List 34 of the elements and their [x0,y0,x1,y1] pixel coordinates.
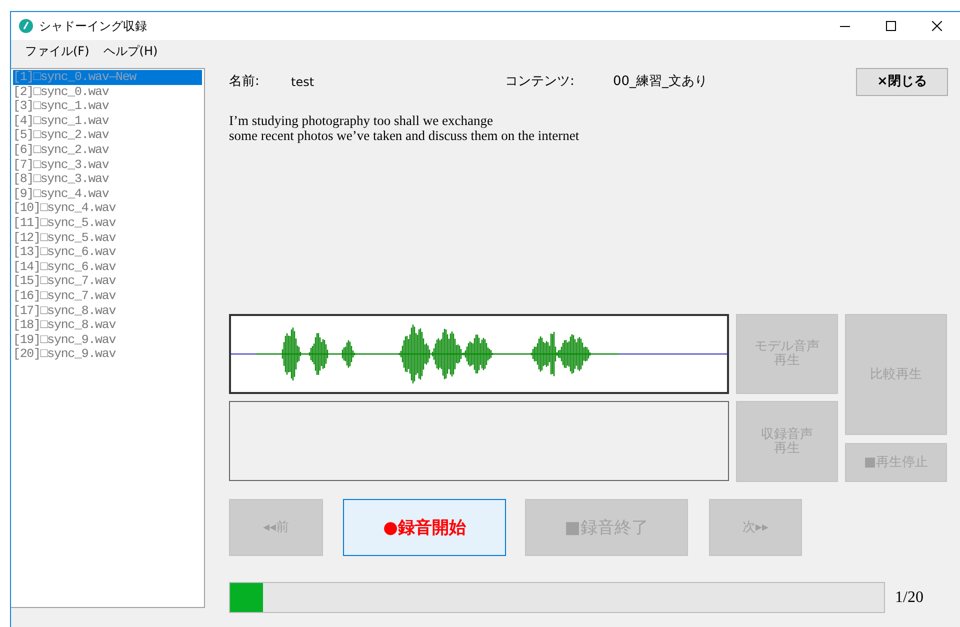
file-list-item[interactable]: [7]□sync_3.wav [13,158,202,172]
sentence-line: some recent photos we’ve taken and discuss them on the internet [229,128,580,143]
file-list-item[interactable]: [16]□sync_7.wav [13,288,202,304]
file-list-item[interactable]: [19]□sync_9.wav [13,332,202,348]
file-list-item[interactable]: [20]□sync_9.wav [13,347,202,362]
file-list-item[interactable]: [15]□sync_7.wav [13,274,202,289]
app-icon [19,19,33,33]
close-icon[interactable] [932,21,942,31]
window-title: シャドーイング収録 [39,18,147,35]
file-list-item[interactable]: [4]□sync_1.wav [13,114,202,128]
file-list-item[interactable]: [13]□sync_6.wav [13,245,202,260]
file-list-item[interactable]: [10]□sync_4.wav [13,201,202,216]
file-list-item[interactable]: [6]□sync_2.wav [13,142,202,158]
file-list-item[interactable]: [18]□sync_8.wav [13,318,202,333]
close-button[interactable]: ×閉じる [856,68,948,96]
file-list-item[interactable]: [11]□sync_5.wav [13,216,202,231]
menu-item[interactable]: ヘルプ(H) [103,42,158,60]
file-list-item[interactable]: [5]□sync_2.wav [13,128,202,143]
file-list-item[interactable]: [2]□sync_0.wav [13,84,202,100]
file-list-item[interactable]: [8]□sync_3.wav [13,172,202,187]
progress-count: 1/20 [895,588,924,608]
name-label: 名前: [229,73,260,92]
contents-label: コンテンツ: [505,73,576,92]
menu-item[interactable]: ファイル(F) [25,42,90,60]
maximize-icon[interactable] [886,21,896,31]
file-list-item[interactable]: [12]□sync_5.wav [13,230,202,246]
name-value: test [291,74,316,91]
file-list-item[interactable]: [9]□sync_4.wav [13,186,202,202]
record-start-button[interactable]: ●録音開始 [343,499,506,556]
file-list-item[interactable]: [14]□sync_6.wav [13,260,202,274]
file-list-item[interactable]: [3]□sync_1.wav [13,99,202,114]
sentence-line: I’m studying photography too shall we exchange [229,113,494,128]
contents-value: 00_練習_文あり [613,73,708,92]
file-list-item[interactable]: [17]□sync_8.wav [13,304,202,318]
